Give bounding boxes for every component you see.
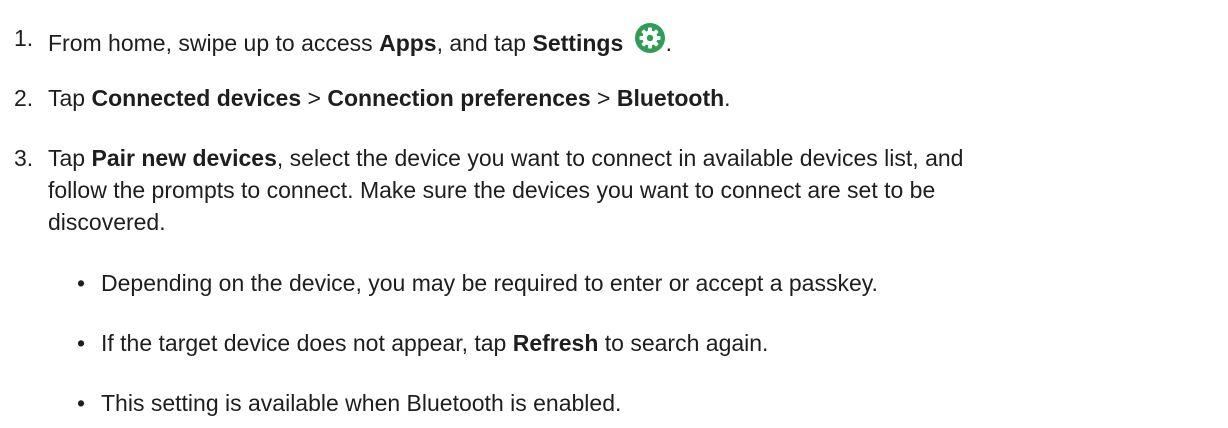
instruction-document: 1. From home, swipe up to access Apps, a… xyxy=(0,0,1228,428)
refresh-label: Refresh xyxy=(512,330,599,356)
step-text-part: Tap xyxy=(48,145,92,171)
step-line: discovered. xyxy=(48,209,166,235)
step-line: Tap Pair new devices, select the device … xyxy=(48,142,1218,174)
step-number: 3. xyxy=(14,145,34,171)
step-text-part: . xyxy=(724,85,731,111)
bullet-text-part: to search again. xyxy=(598,330,769,356)
step-text-part: . xyxy=(665,30,673,56)
bluetooth-label: Bluetooth xyxy=(616,85,725,111)
settings-gear-icon xyxy=(634,22,666,54)
step-text: From home, swipe up to access Apps, and … xyxy=(48,22,1218,59)
bullet-dot: • xyxy=(77,270,86,296)
connected-devices-label: Connected devices xyxy=(91,85,302,111)
step-text-part: Tap xyxy=(48,85,92,111)
step-number: 2. xyxy=(14,85,34,111)
settings-label: Settings xyxy=(532,30,624,56)
step-number: 1. xyxy=(14,25,34,51)
pair-new-devices-label: Pair new devices xyxy=(91,145,277,171)
connection-preferences-label: Connection preferences xyxy=(327,85,591,111)
bullet-dot: • xyxy=(77,390,86,416)
step-text-part: > xyxy=(301,85,328,111)
bullet-text: Depending on the device, you may be requ… xyxy=(101,270,878,296)
step-text: Tap Pair new devices, select the device … xyxy=(48,142,1218,238)
apps-label: Apps xyxy=(379,30,437,56)
bullet-text: This setting is available when Bluetooth… xyxy=(101,390,622,416)
step-text-part: , and tap xyxy=(436,30,533,56)
step-text-part: > xyxy=(590,85,617,111)
step-text: Tap Connected devices > Connection prefe… xyxy=(48,82,1218,114)
step-text-part: , select the device you want to connect … xyxy=(276,145,964,171)
bullet-text-part: If the target device does not appear, ta… xyxy=(101,330,513,356)
step-line: follow the prompts to connect. Make sure… xyxy=(48,177,936,203)
step-text-part: From home, swipe up to access xyxy=(48,30,380,56)
bullet-text: If the target device does not appear, ta… xyxy=(101,327,1221,359)
bullet-dot: • xyxy=(77,330,86,356)
